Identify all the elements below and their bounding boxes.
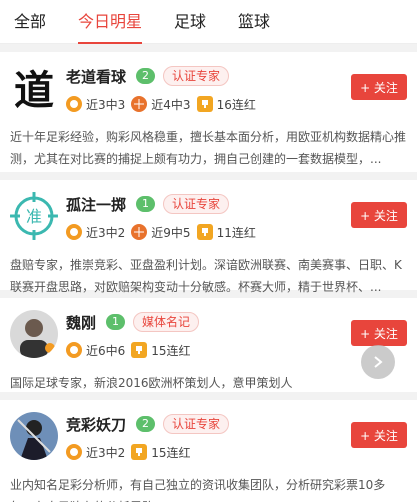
follow-button[interactable]: + 关注 <box>351 202 407 228</box>
stat-text: 近9中5 <box>151 225 191 240</box>
expert-description: 近十年足彩经验，购彩风格稳重，擅长基本面分析，用欧亚机构数据精心推测，尤其在对比… <box>10 130 407 166</box>
stat-text: 近3中2 <box>86 445 126 460</box>
stat-text: 近6中6 <box>86 343 126 358</box>
avatar[interactable]: 道 <box>10 64 58 112</box>
follow-button[interactable]: + 关注 <box>351 320 407 346</box>
stat-text: 近3中3 <box>86 97 126 112</box>
tab-bar: 全部 今日明星 足球 篮球 <box>0 0 417 44</box>
tab-basketball[interactable]: 篮球 <box>238 0 270 44</box>
target-zhun-icon: 准 <box>10 192 58 240</box>
level-badge: 2 <box>136 416 156 432</box>
basketball-icon <box>131 96 148 112</box>
avatar[interactable]: 准 <box>10 192 58 240</box>
soccer-ball-icon <box>66 224 82 240</box>
chevron-right-icon <box>374 356 383 368</box>
person-photo-icon <box>20 319 55 358</box>
basketball-icon <box>131 224 148 240</box>
dao-logo-icon: 道 <box>14 67 54 112</box>
soccer-ball-icon <box>66 444 82 460</box>
level-badge: 1 <box>106 314 126 330</box>
expert-name[interactable]: 魏刚 <box>66 312 96 333</box>
samurai-avatar-icon <box>17 419 51 460</box>
soccer-ball-icon <box>66 96 82 112</box>
tab-football[interactable]: 足球 <box>174 0 206 44</box>
tab-all[interactable]: 全部 <box>14 0 46 44</box>
expert-card[interactable]: 竞彩妖刀 2 认证专家 近3中2 15连红 + 关注 业内知名足彩分析师，有自己… <box>0 400 417 502</box>
tab-today-stars[interactable]: 今日明星 <box>78 0 143 44</box>
expert-description: 业内知名足彩分析师，有自己独立的资讯收集团队，分析研究彩票10多年，有自己独有的… <box>10 478 386 502</box>
trophy-icon <box>131 444 148 460</box>
soccer-ball-icon <box>66 342 82 358</box>
follow-button[interactable]: + 关注 <box>351 422 407 448</box>
stat-text: 11连红 <box>216 225 256 240</box>
stat-text: 近3中2 <box>86 225 126 240</box>
expert-card[interactable]: 准 孤注一掷 1 认证专家 近3中2 近9中5 11连红 + 关注 盘赔专家，推… <box>0 180 417 294</box>
trophy-icon <box>196 96 213 112</box>
expert-tag: 认证专家 <box>163 66 230 86</box>
level-badge: 1 <box>136 196 156 212</box>
expert-tag: 媒体名记 <box>133 312 200 332</box>
expert-name[interactable]: 孤注一掷 <box>66 194 126 215</box>
next-arrow-button[interactable] <box>361 345 395 379</box>
expert-card[interactable]: 道 老道看球 2 认证专家 近3中3 近4中3 16连红 + 关注 近十年足彩经… <box>0 52 417 172</box>
expert-name[interactable]: 竞彩妖刀 <box>66 414 126 435</box>
expert-name[interactable]: 老道看球 <box>66 66 126 87</box>
avatar[interactable] <box>10 412 58 460</box>
stat-text: 15连红 <box>151 445 191 460</box>
stat-text: 近4中3 <box>151 97 191 112</box>
trophy-icon <box>196 224 213 240</box>
trophy-icon <box>131 342 148 358</box>
avatar[interactable] <box>10 310 58 358</box>
expert-description: 盘赔专家，推崇竞彩、亚盘盈利计划。深谙欧洲联赛、南美赛事、日职、K联赛开盘思路，… <box>10 258 402 294</box>
svg-text:道: 道 <box>14 67 54 112</box>
svg-text:准: 准 <box>26 207 42 226</box>
expert-description: 国际足球专家，新浪2016欧洲杯策划人，意甲策划人 <box>10 376 293 390</box>
level-badge: 2 <box>136 68 156 84</box>
expert-list: 道 老道看球 2 认证专家 近3中3 近4中3 16连红 + 关注 近十年足彩经… <box>0 52 417 502</box>
stat-text: 15连红 <box>151 343 191 358</box>
expert-tag: 认证专家 <box>163 414 230 434</box>
follow-button[interactable]: + 关注 <box>351 74 407 100</box>
expert-tag: 认证专家 <box>163 194 230 214</box>
expert-card[interactable]: 魏刚 1 媒体名记 近6中6 15连红 + 关注 国际足球专家，新浪2016欧洲… <box>0 298 417 392</box>
stat-text: 16连红 <box>216 97 256 112</box>
